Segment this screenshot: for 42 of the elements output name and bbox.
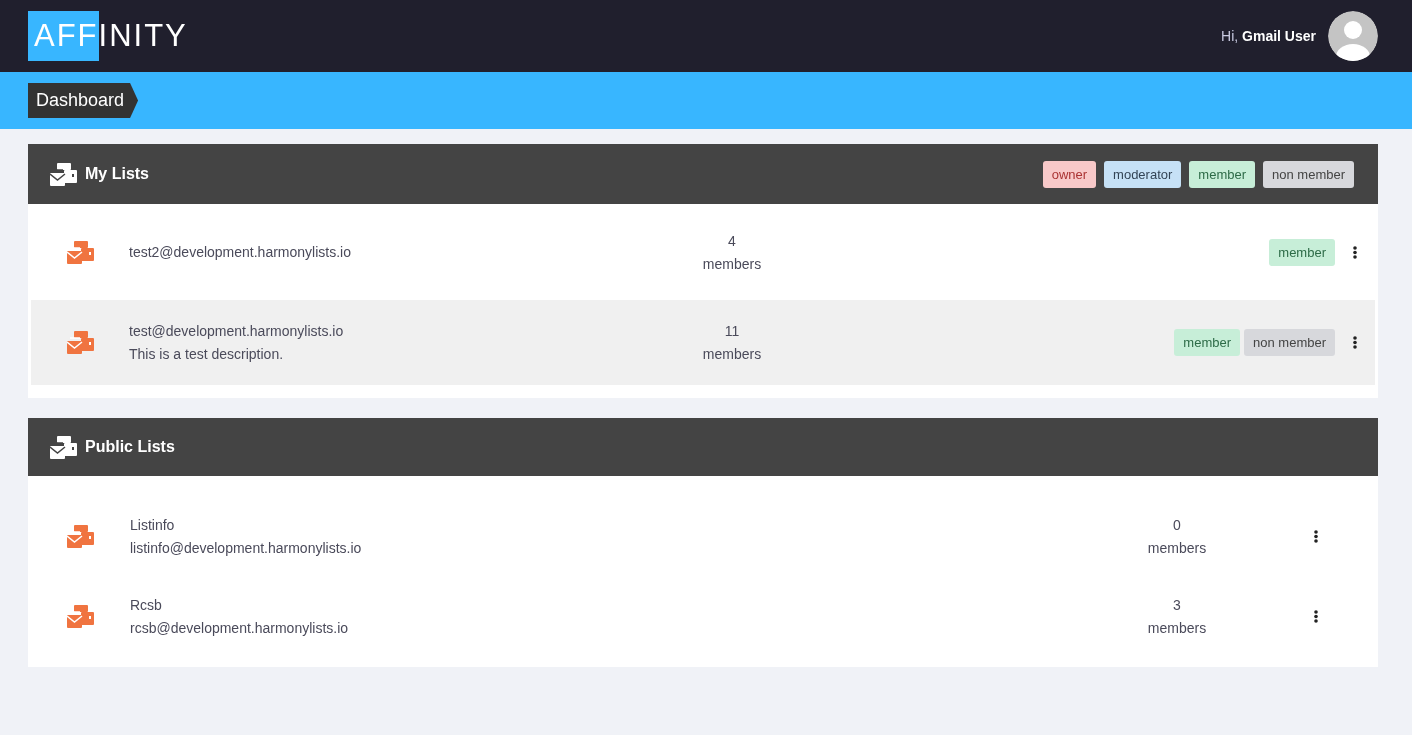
list-name: Rcsb — [130, 596, 163, 613]
role-badge: member — [1174, 329, 1240, 356]
member-count: 4 — [728, 232, 736, 249]
role-legend-badge: member — [1189, 160, 1255, 188]
role-badge: non member — [1244, 329, 1335, 356]
member-count-label: members — [1147, 539, 1207, 556]
list-email: listinfo@development.harmonylists.io — [130, 539, 363, 556]
member-count: 3 — [1173, 596, 1181, 613]
member-count-label: members — [1147, 619, 1207, 636]
avatar-icon[interactable] — [1328, 11, 1378, 61]
affinity-logo[interactable]: AFFINITY — [28, 11, 188, 61]
mail-list-icon — [67, 604, 94, 628]
list-row[interactable]: Rcsb rcsb@development.harmonylists.io 3 members — [31, 576, 1375, 656]
mail-list-icon — [50, 435, 77, 459]
more-icon — [1353, 336, 1357, 349]
role-badge: member — [1269, 238, 1335, 266]
card-title: Public Lists — [85, 438, 175, 456]
member-count: 0 — [1173, 516, 1181, 533]
role-legend-badge: moderator — [1104, 160, 1182, 188]
mail-list-icon — [66, 331, 94, 354]
list-email: rcsb@development.harmonylists.io — [130, 619, 350, 636]
list-row[interactable]: Listinfo listinfo@development.harmonylists.io 0 members — [31, 496, 1375, 576]
member-count-label: members — [702, 255, 762, 272]
more-icon — [1314, 609, 1318, 623]
list-email: test2@development.harmonylists.io — [129, 244, 352, 260]
list-email: test@development.harmonylists.io — [129, 323, 345, 339]
list-row[interactable]: test@development.harmonylists.io This is a test description. 11 members member non member — [31, 300, 1375, 385]
role-legend-badge: non member — [1263, 160, 1354, 188]
member-count-label: members — [702, 346, 762, 362]
breadcrumb-link[interactable]: Dashboard — [28, 83, 139, 118]
member-count: 11 — [724, 323, 740, 339]
more-icon — [1314, 529, 1318, 543]
user-greeting: Hi, Gmail User — [1221, 28, 1316, 44]
list-description: This is a test description. — [129, 346, 285, 362]
role-legend-badge: owner — [1042, 160, 1097, 188]
more-icon — [1353, 245, 1357, 259]
mail-list-icon — [67, 524, 94, 548]
list-row[interactable]: test2@development.harmonylists.io 4 members member — [31, 204, 1375, 300]
mail-list-icon — [50, 162, 77, 186]
card-title: My Lists — [85, 165, 149, 183]
list-name: Listinfo — [130, 516, 176, 533]
mail-list-icon — [66, 240, 94, 264]
